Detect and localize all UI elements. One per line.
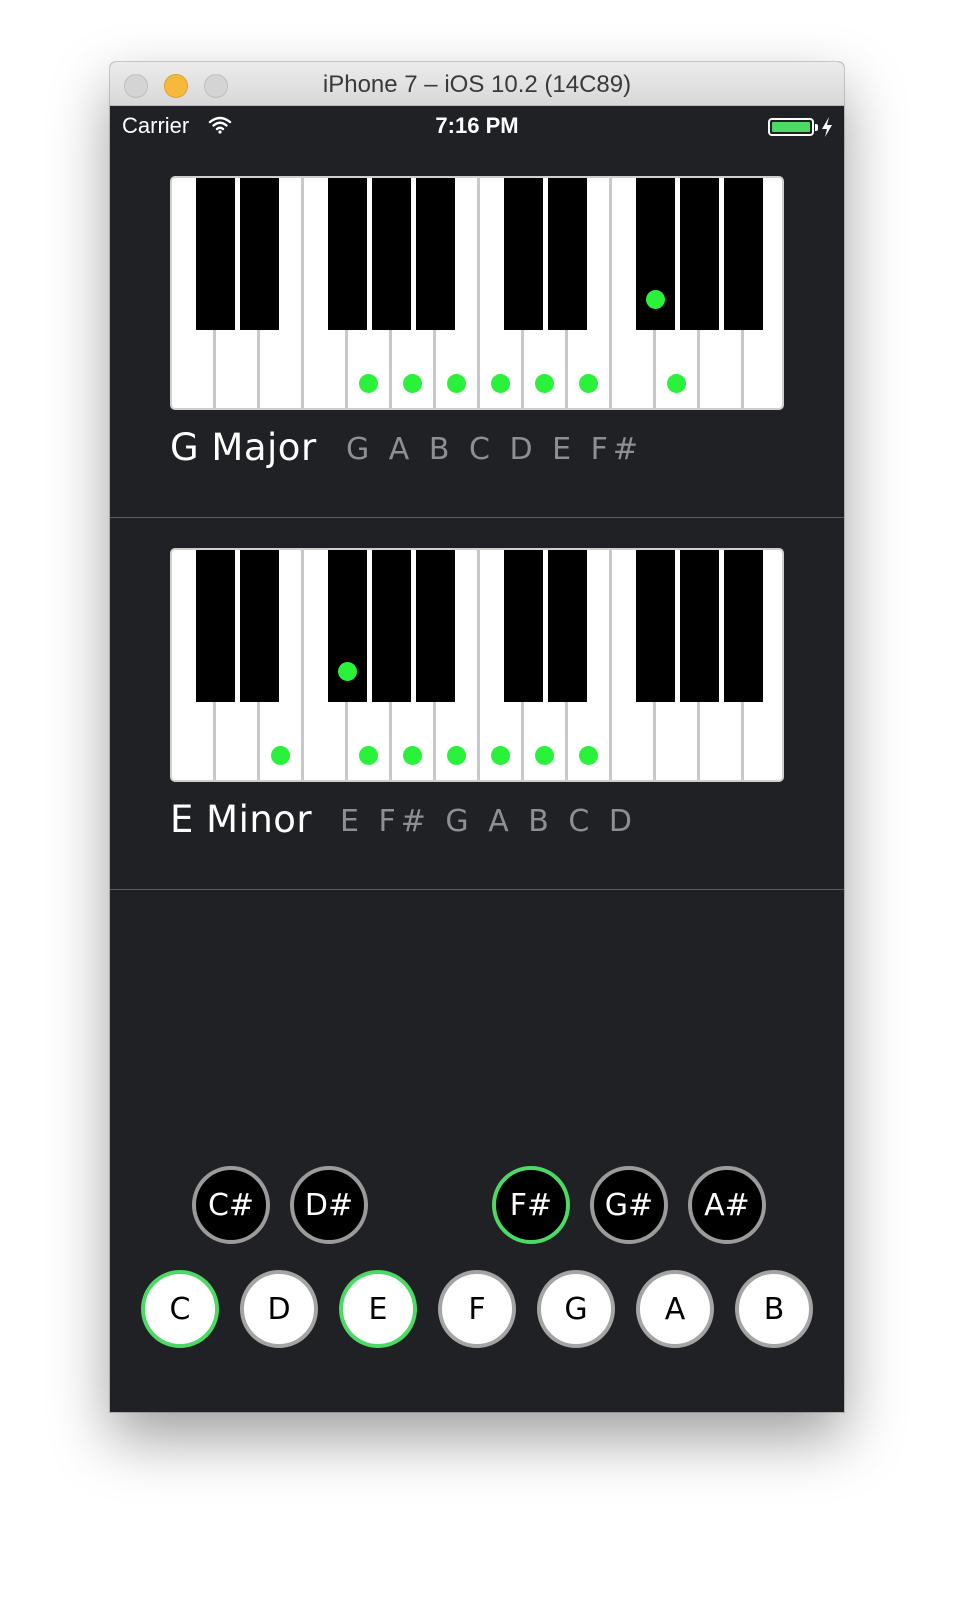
scale-note-dot xyxy=(447,374,466,393)
scale-notes: E F# G A B C D xyxy=(340,804,637,839)
black-key xyxy=(328,550,367,702)
black-key xyxy=(680,550,719,702)
scale-section-2: E Minor E F# G A B C D xyxy=(110,518,844,890)
black-key xyxy=(372,550,411,702)
piano-keyboard xyxy=(170,548,784,782)
scale-note-dot xyxy=(403,374,422,393)
scale-note-dot xyxy=(646,290,665,309)
window-title: iPhone 7 – iOS 10.2 (14C89) xyxy=(322,71,632,98)
scale-note-dot xyxy=(491,746,510,765)
scale-note-dot xyxy=(535,374,554,393)
black-key xyxy=(504,178,543,330)
black-key xyxy=(636,550,675,702)
scale-note-dot xyxy=(338,662,357,681)
note-button-d[interactable]: D xyxy=(240,1270,318,1348)
scale-note-dot xyxy=(447,746,466,765)
note-button-g[interactable]: G xyxy=(537,1270,615,1348)
scale-note-dot xyxy=(359,746,378,765)
status-bar: Carrier 7:16 PM xyxy=(110,106,844,146)
black-key xyxy=(416,550,455,702)
note-button-f[interactable]: F xyxy=(438,1270,516,1348)
battery-icon xyxy=(768,118,818,136)
black-key xyxy=(636,178,675,330)
black-key xyxy=(372,178,411,330)
note-button-d-sharp[interactable]: D# xyxy=(290,1166,368,1244)
scale-note-dot xyxy=(359,374,378,393)
simulator-window: iPhone 7 – iOS 10.2 (14C89) Carrier 7:16… xyxy=(110,62,844,1412)
black-key xyxy=(504,550,543,702)
window-titlebar: iPhone 7 – iOS 10.2 (14C89) xyxy=(110,62,844,106)
scale-note-dot xyxy=(535,746,554,765)
black-key xyxy=(240,550,279,702)
black-key xyxy=(680,178,719,330)
scale-note-dot xyxy=(271,746,290,765)
note-button-e[interactable]: E xyxy=(339,1270,417,1348)
note-button-f-sharp[interactable]: F# xyxy=(492,1166,570,1244)
black-key xyxy=(240,178,279,330)
scale-section-1: G Major G A B C D E F# xyxy=(110,146,844,518)
note-button-c-sharp[interactable]: C# xyxy=(192,1166,270,1244)
note-button-a-sharp[interactable]: A# xyxy=(688,1166,766,1244)
piano-keyboard xyxy=(170,176,784,410)
note-button-g-sharp[interactable]: G# xyxy=(590,1166,668,1244)
status-time: 7:16 PM xyxy=(435,113,519,138)
black-key xyxy=(416,178,455,330)
charging-bolt-icon xyxy=(822,117,832,137)
scale-note-dot xyxy=(491,374,510,393)
scale-title: E Minor xyxy=(170,798,313,841)
scale-note-dot xyxy=(579,746,598,765)
note-button-c[interactable]: C xyxy=(141,1270,219,1348)
black-key xyxy=(548,178,587,330)
scale-note-dot xyxy=(579,374,598,393)
black-key xyxy=(724,178,763,330)
black-key xyxy=(724,550,763,702)
scale-note-dot xyxy=(667,374,686,393)
scale-title: G Major xyxy=(170,426,317,469)
black-key xyxy=(328,178,367,330)
note-button-b[interactable]: B xyxy=(735,1270,813,1348)
note-button-a[interactable]: A xyxy=(636,1270,714,1348)
scale-notes: G A B C D E F# xyxy=(346,432,643,467)
phone-screen: Carrier 7:16 PM G Major G A B C D E F# E… xyxy=(110,106,844,1412)
black-key xyxy=(196,550,235,702)
black-key xyxy=(548,550,587,702)
black-key xyxy=(196,178,235,330)
scale-note-dot xyxy=(403,746,422,765)
